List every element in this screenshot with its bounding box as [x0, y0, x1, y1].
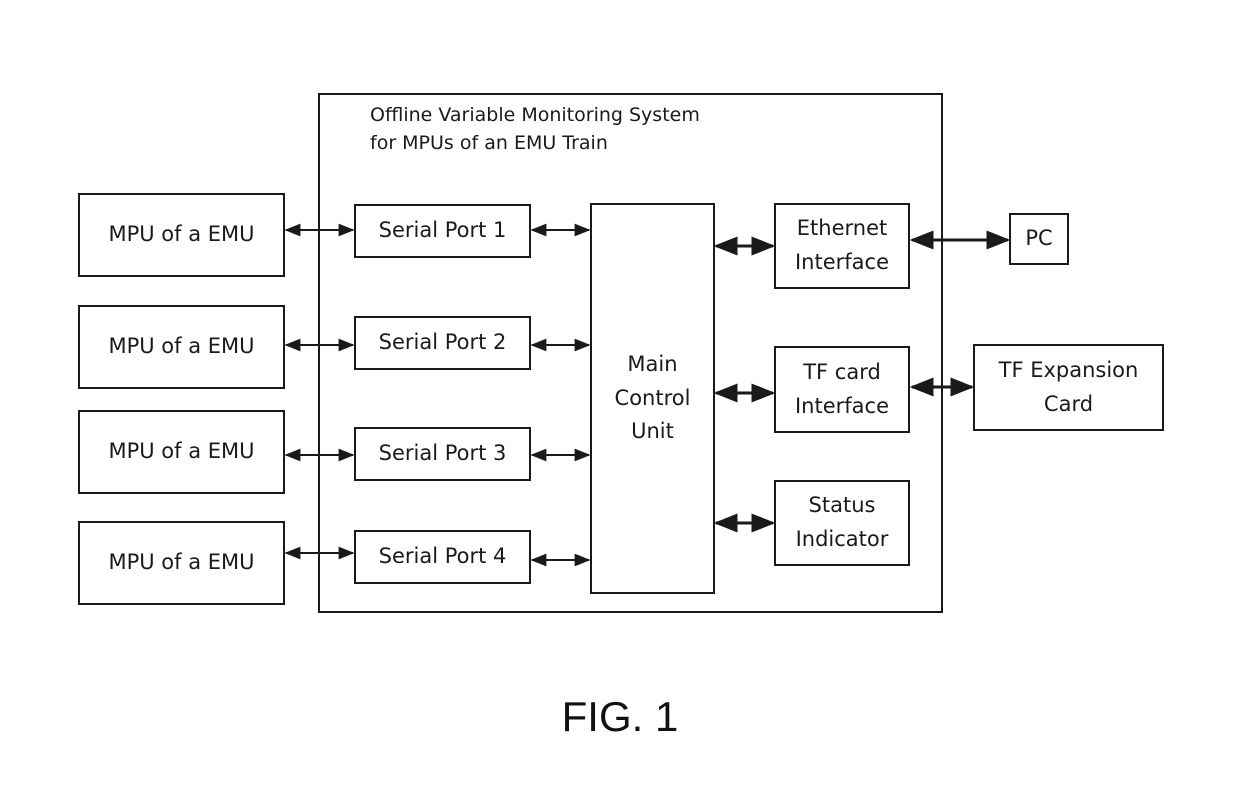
serial-port-label: Serial Port 2	[378, 330, 507, 355]
mpu-box-2: MPU of a EMU	[78, 305, 285, 389]
mpu-box-4: MPU of a EMU	[78, 521, 285, 605]
mpu-label: MPU of a EMU	[108, 334, 255, 359]
system-title: Offline Variable Monitoring System for M…	[370, 104, 700, 154]
tf-card-interface-label: TF card Interface	[794, 359, 890, 418]
tf-expansion-card-box: TF Expansion Card	[973, 344, 1164, 431]
main-control-unit-label: Main Control Unit	[614, 352, 691, 444]
diagram-canvas: Offline Variable Monitoring System for M…	[0, 0, 1240, 810]
serial-port-2-box: Serial Port 2	[354, 316, 531, 370]
serial-port-4-box: Serial Port 4	[354, 530, 531, 584]
serial-port-label: Serial Port 4	[378, 544, 507, 569]
tf-card-interface-box: TF card Interface	[774, 346, 910, 433]
serial-port-label: Serial Port 1	[378, 218, 507, 243]
ethernet-interface-label: Ethernet Interface	[794, 216, 890, 274]
serial-port-label: Serial Port 3	[378, 441, 507, 466]
figure-caption: FIG. 1	[561, 693, 679, 740]
mpu-box-1: MPU of a EMU	[78, 193, 285, 277]
serial-port-3-box: Serial Port 3	[354, 427, 531, 481]
mpu-label: MPU of a EMU	[108, 222, 255, 247]
mpu-box-3: MPU of a EMU	[78, 410, 285, 494]
status-indicator-label: Status Indicator	[795, 493, 889, 551]
main-control-unit-box: Main Control Unit	[590, 203, 715, 594]
status-indicator-box: Status Indicator	[774, 480, 910, 566]
tf-expansion-card-label: TF Expansion Card	[998, 357, 1139, 416]
mpu-label: MPU of a EMU	[108, 439, 255, 464]
pc-box: PC	[1009, 213, 1069, 265]
pc-label: PC	[1025, 226, 1053, 251]
ethernet-interface-box: Ethernet Interface	[774, 203, 910, 289]
mpu-label: MPU of a EMU	[108, 550, 255, 575]
serial-port-1-box: Serial Port 1	[354, 204, 531, 258]
